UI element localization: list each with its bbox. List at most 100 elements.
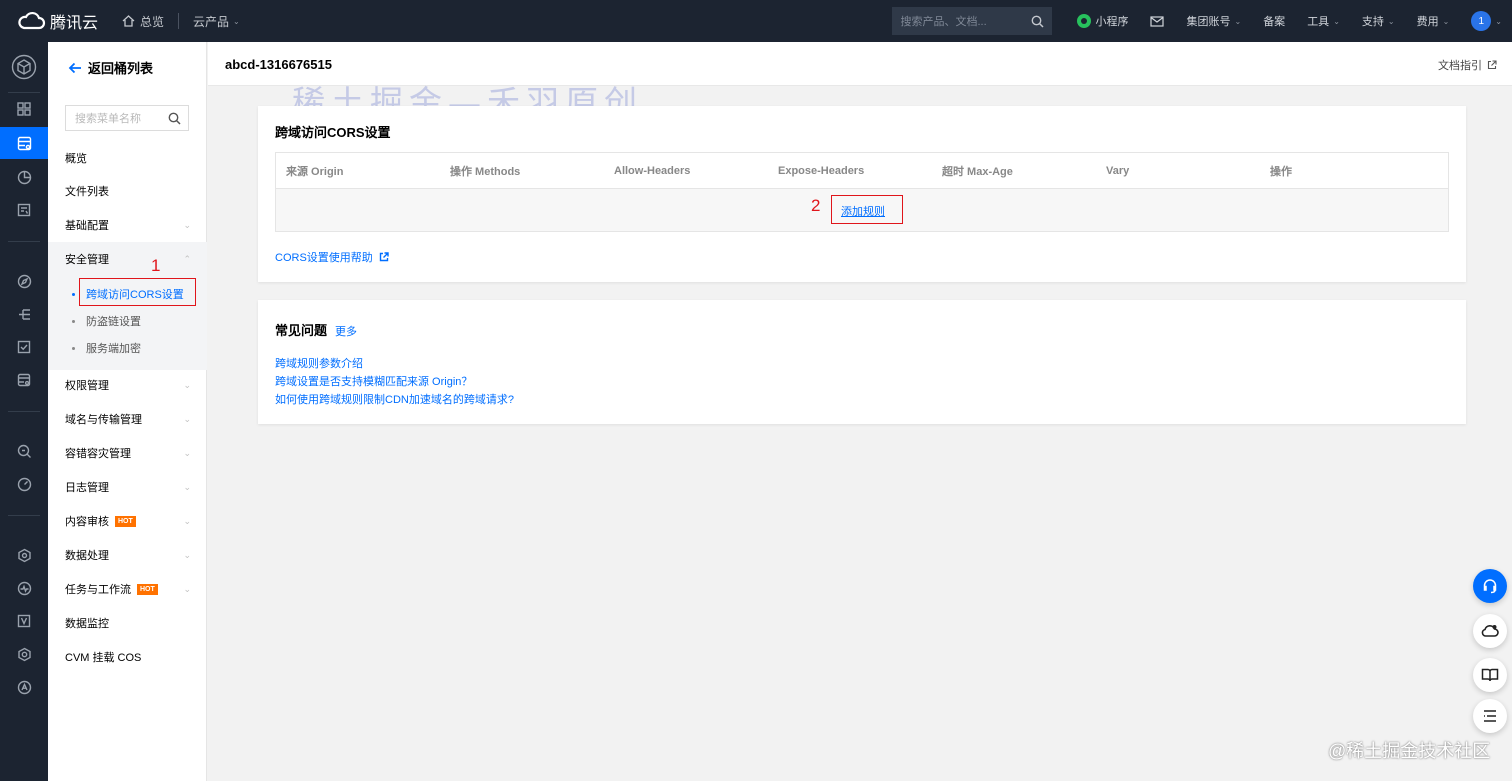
cors-help-link[interactable]: CORS设置使用帮助: [275, 249, 389, 265]
sidebar-item-content-review[interactable]: 内容审核 HOT ⌄: [48, 506, 207, 536]
annotation-step-1: 1: [151, 256, 161, 275]
nav-support[interactable]: 支持 ⌄: [1351, 13, 1406, 29]
source-credit: @稀土掘金技术社区: [1328, 741, 1491, 761]
chevron-down-icon: ⌄: [1495, 16, 1502, 26]
sidebar-item-cvm-mount[interactable]: CVM 挂载 COS: [48, 642, 207, 672]
chevron-up-icon: ⌃: [183, 253, 191, 264]
global-search-input[interactable]: 搜索产品、文档...: [892, 7, 1053, 35]
sidebar-item-disaster[interactable]: 容错容灾管理 ⌄: [48, 438, 207, 468]
sidebar-item-hotlink[interactable]: 防盗链设置: [72, 313, 141, 329]
rail-tool-9[interactable]: [0, 606, 48, 636]
chevron-down-icon: ⌄: [1387, 16, 1395, 26]
faq-link[interactable]: 跨域规则参数介绍: [275, 355, 363, 371]
rail-tool-8[interactable]: [0, 573, 48, 603]
sidebar-item-log[interactable]: 日志管理 ⌄: [48, 472, 207, 502]
sidebar-item-data-process[interactable]: 数据处理 ⌄: [48, 540, 207, 570]
bullet-dot: [72, 346, 75, 350]
sidebar-item-label: 日志管理: [65, 482, 109, 494]
chevron-down-icon: ⌄: [183, 379, 191, 390]
sidebar-item-label: 任务与工作流: [65, 584, 131, 596]
sidebar-item-monitor[interactable]: 数据监控: [48, 608, 207, 638]
sidebar-item-domain[interactable]: 域名与传输管理 ⌄: [48, 404, 207, 434]
rail-overview[interactable]: [0, 94, 48, 124]
nav-overview-label: 总览: [140, 14, 165, 29]
chevron-down-icon: ⌄: [183, 583, 191, 594]
chevron-down-icon: ⌄: [1442, 16, 1450, 26]
sidebar-item-overview[interactable]: 概览: [48, 143, 207, 173]
external-link-icon: [379, 252, 389, 262]
mini-program-icon: [1077, 14, 1092, 28]
nav-billing[interactable]: 费用 ⌄: [1406, 13, 1461, 29]
back-to-bucket-list[interactable]: 返回桶列表: [68, 58, 153, 77]
chevron-down-icon: ⌄: [183, 549, 191, 560]
sidebar-item-label: 安全管理: [65, 254, 109, 266]
book-icon: [1481, 668, 1499, 682]
rail-tool-6[interactable]: [0, 469, 48, 499]
sidebar-item-label: 防盗链设置: [86, 316, 141, 328]
faq-link[interactable]: 跨域设置是否支持模糊匹配来源 Origin？: [275, 373, 472, 389]
chevron-down-icon: ⌄: [183, 515, 191, 526]
doc-guide-label: 文档指引: [1438, 60, 1482, 72]
search-placeholder: 搜索产品、文档...: [900, 16, 987, 28]
nav-products[interactable]: 云产品 ⌄: [179, 13, 254, 30]
sidebar-item-workflow[interactable]: 任务与工作流 HOT ⌄: [48, 574, 207, 604]
chevron-down-icon: ⌄: [233, 16, 240, 26]
page-header: abcd-1316676515 文档指引: [208, 42, 1512, 86]
sidebar-item-label: 内容审核: [65, 516, 109, 528]
cloud-assistant-button[interactable]: [1473, 614, 1507, 648]
rail-batch[interactable]: [0, 195, 48, 225]
rail-tool-1[interactable]: [0, 266, 48, 296]
faq-link[interactable]: 如何使用跨域规则限制CDN加速域名的跨域请求?: [275, 391, 514, 407]
column-header-methods: 操作 Methods: [450, 165, 521, 178]
mini-program-label: 小程序: [1095, 16, 1129, 28]
brand-logo[interactable]: 腾讯云: [0, 9, 112, 33]
sidebar-item-permission[interactable]: 权限管理 ⌄: [48, 370, 207, 400]
bucket-sidebar: 返回桶列表 搜索菜单名称 概览 文件列表 基础配置 ⌄ 安全管理 ⌃ 跨域访问COR…: [48, 42, 207, 781]
faq-more-link[interactable]: 更多: [335, 326, 357, 338]
sidebar-item-basic-config[interactable]: 基础配置 ⌄: [48, 210, 207, 240]
nav-tools[interactable]: 工具 ⌄: [1296, 13, 1351, 29]
column-header-origin: 来源 Origin: [286, 165, 344, 178]
rail-tool-3[interactable]: [0, 332, 48, 362]
rail-tool-5[interactable]: [0, 436, 48, 466]
chevron-down-icon: ⌄: [183, 413, 191, 424]
rail-analytics[interactable]: [0, 162, 48, 192]
nav-overview[interactable]: 总览: [112, 13, 178, 30]
gauge-icon: [17, 477, 31, 491]
rail-tool-11[interactable]: [0, 672, 48, 702]
sidebar-item-label: 基础配置: [65, 220, 109, 232]
nav-mini-program[interactable]: 小程序: [1066, 13, 1139, 29]
sidebar-item-label: 文件列表: [65, 186, 109, 198]
sidebar-item-file-list[interactable]: 文件列表: [48, 176, 207, 206]
doc-guide-link[interactable]: 文档指引: [1438, 57, 1497, 73]
nav-user[interactable]: 1 ⌄: [1460, 11, 1512, 31]
search-icon[interactable]: [168, 112, 181, 125]
rail-tool-10[interactable]: [0, 639, 48, 669]
sidebar-item-encryption[interactable]: 服务端加密: [72, 340, 141, 356]
bullet-dot: [72, 292, 75, 296]
product-icon-rail: [0, 42, 48, 781]
rail-tool-2[interactable]: [0, 299, 48, 329]
nav-group-account[interactable]: 集团账号 ⌄: [1175, 13, 1252, 29]
rail-product-home[interactable]: [0, 50, 48, 84]
documentation-button[interactable]: [1473, 658, 1507, 692]
rail-tool-4[interactable]: [0, 365, 48, 395]
nav-filing[interactable]: 备案: [1252, 13, 1296, 29]
sidebar-item-security[interactable]: 安全管理 ⌃: [48, 244, 207, 274]
search-zoom-icon: [17, 444, 31, 458]
rail-bucket-list[interactable]: [0, 127, 48, 159]
pie-chart-icon: [17, 170, 31, 184]
nav-messages[interactable]: [1139, 15, 1175, 27]
column-header-actions: 操作: [1270, 165, 1292, 178]
feedback-list-button[interactable]: [1473, 699, 1507, 733]
sidebar-item-label: 数据处理: [65, 550, 109, 562]
menu-search-input[interactable]: 搜索菜单名称: [65, 105, 189, 131]
table-header-row: 来源 Origin 操作 Methods Allow-Headers Expos…: [276, 153, 1448, 189]
menu-search-placeholder: 搜索菜单名称: [75, 113, 141, 125]
external-link-icon: [1487, 60, 1497, 70]
customer-service-button[interactable]: [1473, 569, 1507, 603]
rail-tool-7[interactable]: [0, 540, 48, 570]
faq-card: 常见问题 更多 跨域规则参数介绍 跨域设置是否支持模糊匹配来源 Origin？ 如…: [258, 300, 1466, 424]
search-icon[interactable]: [1031, 15, 1045, 28]
shield-icon: [17, 614, 31, 628]
